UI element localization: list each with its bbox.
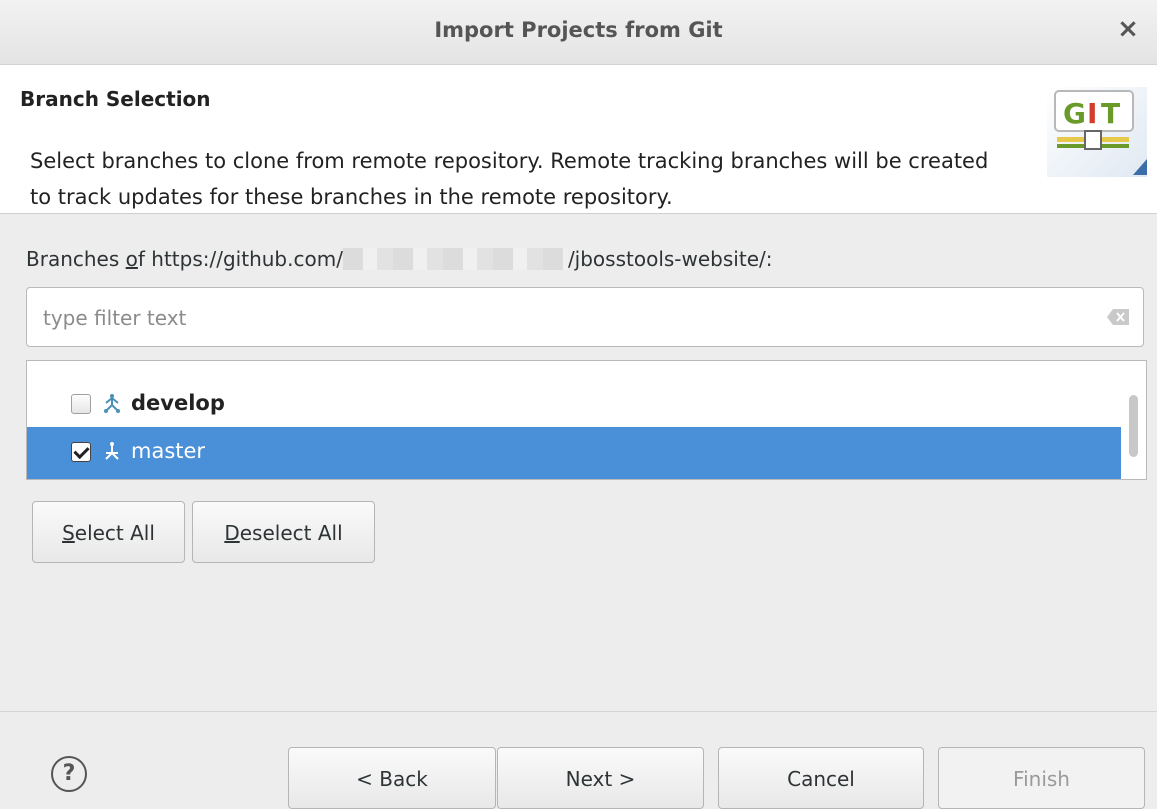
branches-label-mnemonic: o: [125, 247, 138, 271]
page-description: Select branches to clone from remote rep…: [30, 149, 989, 209]
filter-input[interactable]: [41, 300, 1095, 336]
redacted-username: [342, 248, 568, 270]
footer-divider: [0, 711, 1157, 712]
branches-label-url-start: f https://github.com/: [137, 247, 343, 271]
select-all-mnemonic: S: [62, 521, 75, 545]
scrollbar-thumb[interactable]: [1129, 395, 1138, 457]
deselect-all-button[interactable]: Deselect All: [192, 501, 375, 563]
branch-checkbox-master[interactable]: [71, 442, 91, 462]
branch-icon: [104, 394, 120, 413]
close-button[interactable]: ×: [1113, 14, 1143, 44]
branches-label-url-end: /jbosstools-website/:: [567, 247, 773, 271]
list-scrollbar[interactable]: [1121, 361, 1146, 479]
branch-label: develop: [131, 391, 225, 415]
finish-button[interactable]: Finish: [938, 747, 1145, 809]
branch-label: master: [131, 439, 206, 463]
deselect-all-mnemonic: D: [224, 521, 240, 545]
window-title: Import Projects from Git: [434, 18, 723, 42]
next-button[interactable]: Next >: [497, 747, 704, 809]
git-logo-icon: G I T: [1047, 87, 1147, 177]
branch-checkbox-develop[interactable]: [71, 394, 91, 414]
filter-box: [26, 287, 1144, 347]
back-button[interactable]: < Back: [288, 747, 496, 809]
branch-icon: [105, 442, 119, 460]
branch-row-develop[interactable]: develop: [27, 379, 1123, 431]
deselect-all-label: eselect All: [239, 521, 343, 545]
wizard-header: Branch Selection Select branches to clon…: [0, 65, 1157, 214]
select-all-button[interactable]: Select All: [32, 501, 185, 563]
help-icon[interactable]: ?: [51, 756, 87, 792]
clear-filter-icon[interactable]: [1107, 309, 1129, 325]
title-bar: Import Projects from Git ×: [0, 0, 1157, 65]
select-all-label: elect All: [74, 521, 155, 545]
branches-label-prefix: Branches: [26, 247, 126, 271]
page-title: Branch Selection: [20, 87, 211, 111]
branch-row-master[interactable]: master: [27, 427, 1123, 479]
svg-text:T: T: [1101, 97, 1120, 130]
cancel-button[interactable]: Cancel: [718, 747, 924, 809]
branches-label: Branches of https://github.com/ /jbosstoo…: [26, 247, 772, 271]
svg-text:I: I: [1087, 97, 1097, 130]
branch-list: develop master: [26, 360, 1147, 480]
git-logo-text: G: [1063, 97, 1086, 130]
